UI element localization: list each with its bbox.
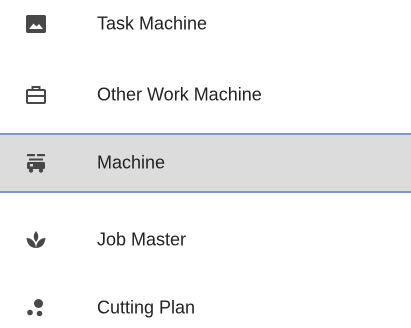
menu-item-label: Cutting Plan xyxy=(97,297,196,318)
menu-item-label: Other Work Machine xyxy=(97,84,262,105)
toolbox-icon xyxy=(24,83,48,107)
spa-leaf-icon xyxy=(24,228,48,252)
image-icon xyxy=(24,12,48,36)
menu-item-machine[interactable]: Machine xyxy=(0,133,411,193)
menu-item-other-work-machine[interactable]: Other Work Machine xyxy=(0,65,411,125)
menu-item-task-machine[interactable]: Task Machine xyxy=(0,0,411,54)
side-menu: Task Machine Other Work Machine Machine xyxy=(0,0,411,328)
menu-item-label: Task Machine xyxy=(97,13,208,34)
menu-item-label: Machine xyxy=(97,152,166,173)
menu-item-cutting-plan[interactable]: Cutting Plan xyxy=(0,278,411,328)
scatter-dots-icon xyxy=(24,296,48,320)
machine-icon xyxy=(24,151,48,175)
menu-item-label: Job Master xyxy=(97,229,187,250)
menu-item-job-master[interactable]: Job Master xyxy=(0,210,411,270)
